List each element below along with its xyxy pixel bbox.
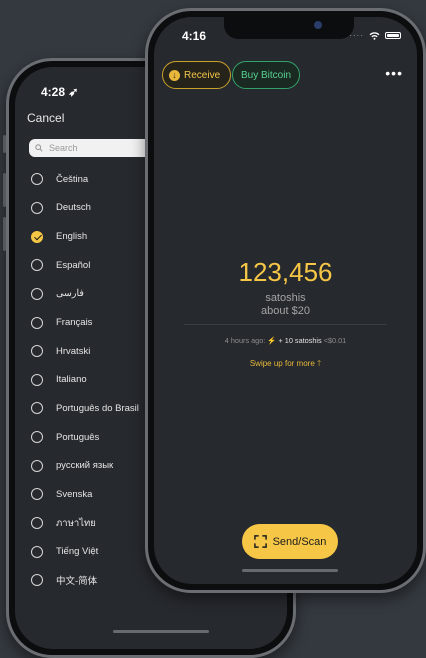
lightning-icon: ⚡ bbox=[267, 336, 277, 345]
search-icon bbox=[35, 144, 43, 152]
language-label: 中文-简体 bbox=[56, 576, 98, 588]
balance-fiat: about $20 bbox=[261, 305, 310, 317]
receive-label: Receive bbox=[184, 69, 221, 81]
radio-unchecked-icon[interactable] bbox=[31, 574, 43, 587]
language-label: Deutsch bbox=[56, 202, 91, 214]
language-label: Español bbox=[56, 259, 91, 271]
wallet-screen: 4:16 ···· ↓ Receive Buy Bitcoin ••• 123,… bbox=[154, 17, 417, 584]
status-time: 4:16 bbox=[182, 29, 207, 43]
status-icons: ···· bbox=[349, 31, 401, 40]
radio-unchecked-icon[interactable] bbox=[31, 402, 43, 415]
signal-icon: ···· bbox=[349, 31, 364, 40]
radio-unchecked-icon[interactable] bbox=[31, 373, 43, 386]
volume-down-button bbox=[3, 217, 6, 251]
language-label: русский язык bbox=[56, 460, 114, 472]
transaction-fiat: <$0.01 bbox=[323, 336, 347, 345]
receive-button[interactable]: ↓ Receive bbox=[162, 61, 232, 89]
buy-bitcoin-button[interactable]: Buy Bitcoin bbox=[232, 61, 301, 89]
latest-transaction[interactable]: 4 hours ago: ⚡ + 10 satoshis <$0.01 bbox=[154, 336, 417, 345]
notch bbox=[224, 17, 354, 39]
radio-unchecked-icon[interactable] bbox=[31, 488, 43, 501]
language-label: English bbox=[56, 231, 88, 243]
radio-unchecked-icon[interactable] bbox=[31, 431, 43, 444]
scan-icon bbox=[253, 535, 267, 548]
status-time: 4:28 ➶ bbox=[41, 85, 79, 99]
mute-switch bbox=[3, 135, 6, 153]
radio-unchecked-icon[interactable] bbox=[31, 201, 43, 214]
divider bbox=[184, 324, 387, 325]
language-label: Hrvatski bbox=[56, 345, 91, 357]
transaction-amount: + 10 satoshis bbox=[278, 336, 322, 345]
radio-unchecked-icon[interactable] bbox=[31, 287, 43, 300]
swipe-up-hint[interactable]: Swipe up for more 🡑 bbox=[154, 358, 417, 372]
language-label: Français bbox=[56, 317, 93, 329]
wifi-icon bbox=[369, 31, 380, 40]
radio-checked-icon[interactable] bbox=[31, 230, 43, 243]
balance-amount: 123,456 bbox=[238, 257, 333, 287]
phone-wallet: 4:16 ···· ↓ Receive Buy Bitcoin ••• 123,… bbox=[145, 8, 426, 593]
radio-unchecked-icon[interactable] bbox=[31, 545, 43, 558]
language-label: Čeština bbox=[56, 173, 89, 185]
home-indicator bbox=[242, 569, 338, 572]
radio-unchecked-icon[interactable] bbox=[31, 316, 43, 329]
transaction-time: 4 hours ago: bbox=[224, 336, 266, 345]
receive-icon: ↓ bbox=[169, 69, 180, 81]
language-label: Italiano bbox=[56, 374, 87, 386]
language-label: Português do Brasil bbox=[56, 402, 139, 414]
language-label: فارسی bbox=[56, 288, 84, 300]
language-label: ภาษาไทย bbox=[56, 517, 96, 529]
cancel-button[interactable]: Cancel bbox=[27, 111, 64, 125]
send-scan-label: Send/Scan bbox=[272, 535, 327, 548]
balance-unit: satoshis bbox=[265, 292, 306, 304]
volume-up-button bbox=[3, 173, 6, 207]
battery-icon bbox=[385, 32, 401, 39]
search-input[interactable] bbox=[47, 142, 161, 154]
language-label: Português bbox=[56, 431, 100, 443]
camera-icon bbox=[314, 21, 322, 29]
ellipsis-icon[interactable]: ••• bbox=[385, 65, 403, 81]
home-indicator bbox=[113, 630, 209, 633]
buy-bitcoin-label: Buy Bitcoin bbox=[241, 69, 292, 81]
radio-unchecked-icon[interactable] bbox=[31, 459, 43, 472]
radio-unchecked-icon[interactable] bbox=[31, 345, 43, 358]
radio-unchecked-icon[interactable] bbox=[31, 517, 43, 529]
radio-unchecked-icon[interactable] bbox=[31, 259, 43, 272]
language-label: Svenska bbox=[56, 488, 93, 500]
language-label: Tiếng Việt bbox=[56, 546, 99, 558]
radio-unchecked-icon[interactable] bbox=[31, 173, 43, 186]
send-scan-button[interactable]: Send/Scan bbox=[242, 524, 338, 559]
